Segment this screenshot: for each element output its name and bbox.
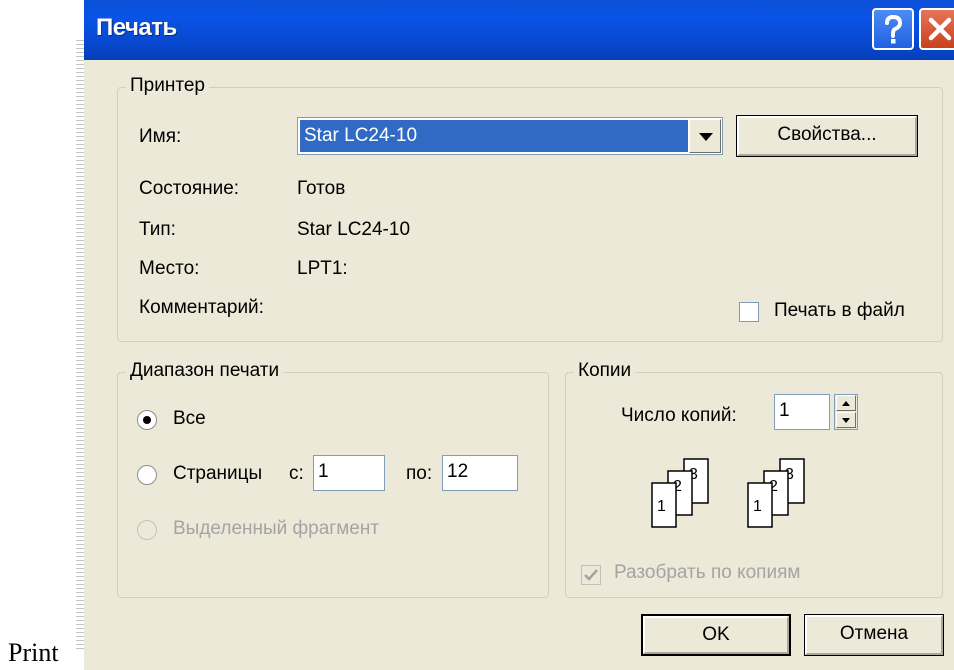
copies-count-label: Число копий: [621, 405, 737, 426]
range-selection-radio[interactable] [137, 520, 157, 540]
collate-set-1: 3 2 1 [651, 458, 709, 528]
ok-button-label: OK [702, 624, 730, 645]
cancel-button[interactable]: Отмена [804, 614, 944, 656]
comment-label: Комментарий: [139, 297, 264, 318]
dialog-title: Печать [96, 14, 177, 41]
copies-group-label: Копии [574, 360, 636, 382]
printer-name-select[interactable]: Star LC24-10 [297, 117, 723, 155]
title-bar[interactable]: Печать [84, 0, 954, 60]
close-icon [928, 17, 952, 41]
type-value: Star LC24-10 [297, 219, 411, 240]
to-page-input[interactable]: 12 [442, 455, 518, 491]
range-selection-label[interactable]: Выделенный фрагмент [173, 518, 379, 540]
cancel-button-label: Отмена [839, 623, 909, 644]
range-pages-label[interactable]: Страницы [173, 463, 262, 485]
page-caption: Print [8, 638, 59, 667]
print-to-file-checkbox[interactable] [739, 302, 759, 322]
printer-name-value: Star LC24-10 [300, 120, 688, 152]
collate-page-1: 1 [657, 498, 666, 515]
collate-page-1b: 1 [753, 498, 762, 515]
properties-button[interactable]: Свойства... [736, 115, 918, 157]
close-button[interactable] [919, 8, 954, 50]
help-button[interactable] [872, 8, 914, 50]
range-all-radio[interactable] [137, 410, 157, 430]
print-dialog: Печать Принтер Имя: Star LC24-10 Свойств… [84, 0, 954, 670]
range-all-label[interactable]: Все [173, 408, 206, 430]
properties-button-label: Свойства... [777, 124, 877, 145]
collate-checkbox[interactable] [581, 565, 601, 585]
range-pages-radio[interactable] [137, 465, 157, 485]
status-label: Состояние: [139, 178, 240, 199]
from-page-input[interactable]: 1 [313, 455, 385, 491]
printer-name-label: Имя: [139, 126, 182, 147]
chevron-down-icon[interactable] [689, 119, 721, 153]
collate-label[interactable]: Разобрать по копиям [614, 562, 800, 584]
location-value: LPT1: [297, 258, 348, 279]
spin-up-icon[interactable] [836, 395, 856, 411]
status-value: Готов [297, 178, 346, 199]
checkmark-icon [584, 569, 598, 581]
print-to-file-label[interactable]: Печать в файл [774, 300, 905, 322]
copies-count-input[interactable]: 1 [774, 394, 830, 430]
copies-spinner[interactable] [834, 394, 858, 430]
collate-set-2: 3 2 1 [747, 458, 805, 528]
type-label: Тип: [139, 219, 176, 240]
to-label: по: [406, 463, 433, 484]
collate-illustration: 3 2 1 3 2 1 [651, 458, 805, 528]
print-range-group-label: Диапазон печати [126, 360, 284, 382]
ok-button[interactable]: OK [641, 614, 791, 656]
location-label: Место: [139, 258, 200, 279]
printer-group-label: Принтер [126, 75, 209, 97]
from-label: с: [289, 463, 304, 484]
question-icon [885, 14, 903, 44]
spin-down-icon[interactable] [836, 412, 856, 428]
